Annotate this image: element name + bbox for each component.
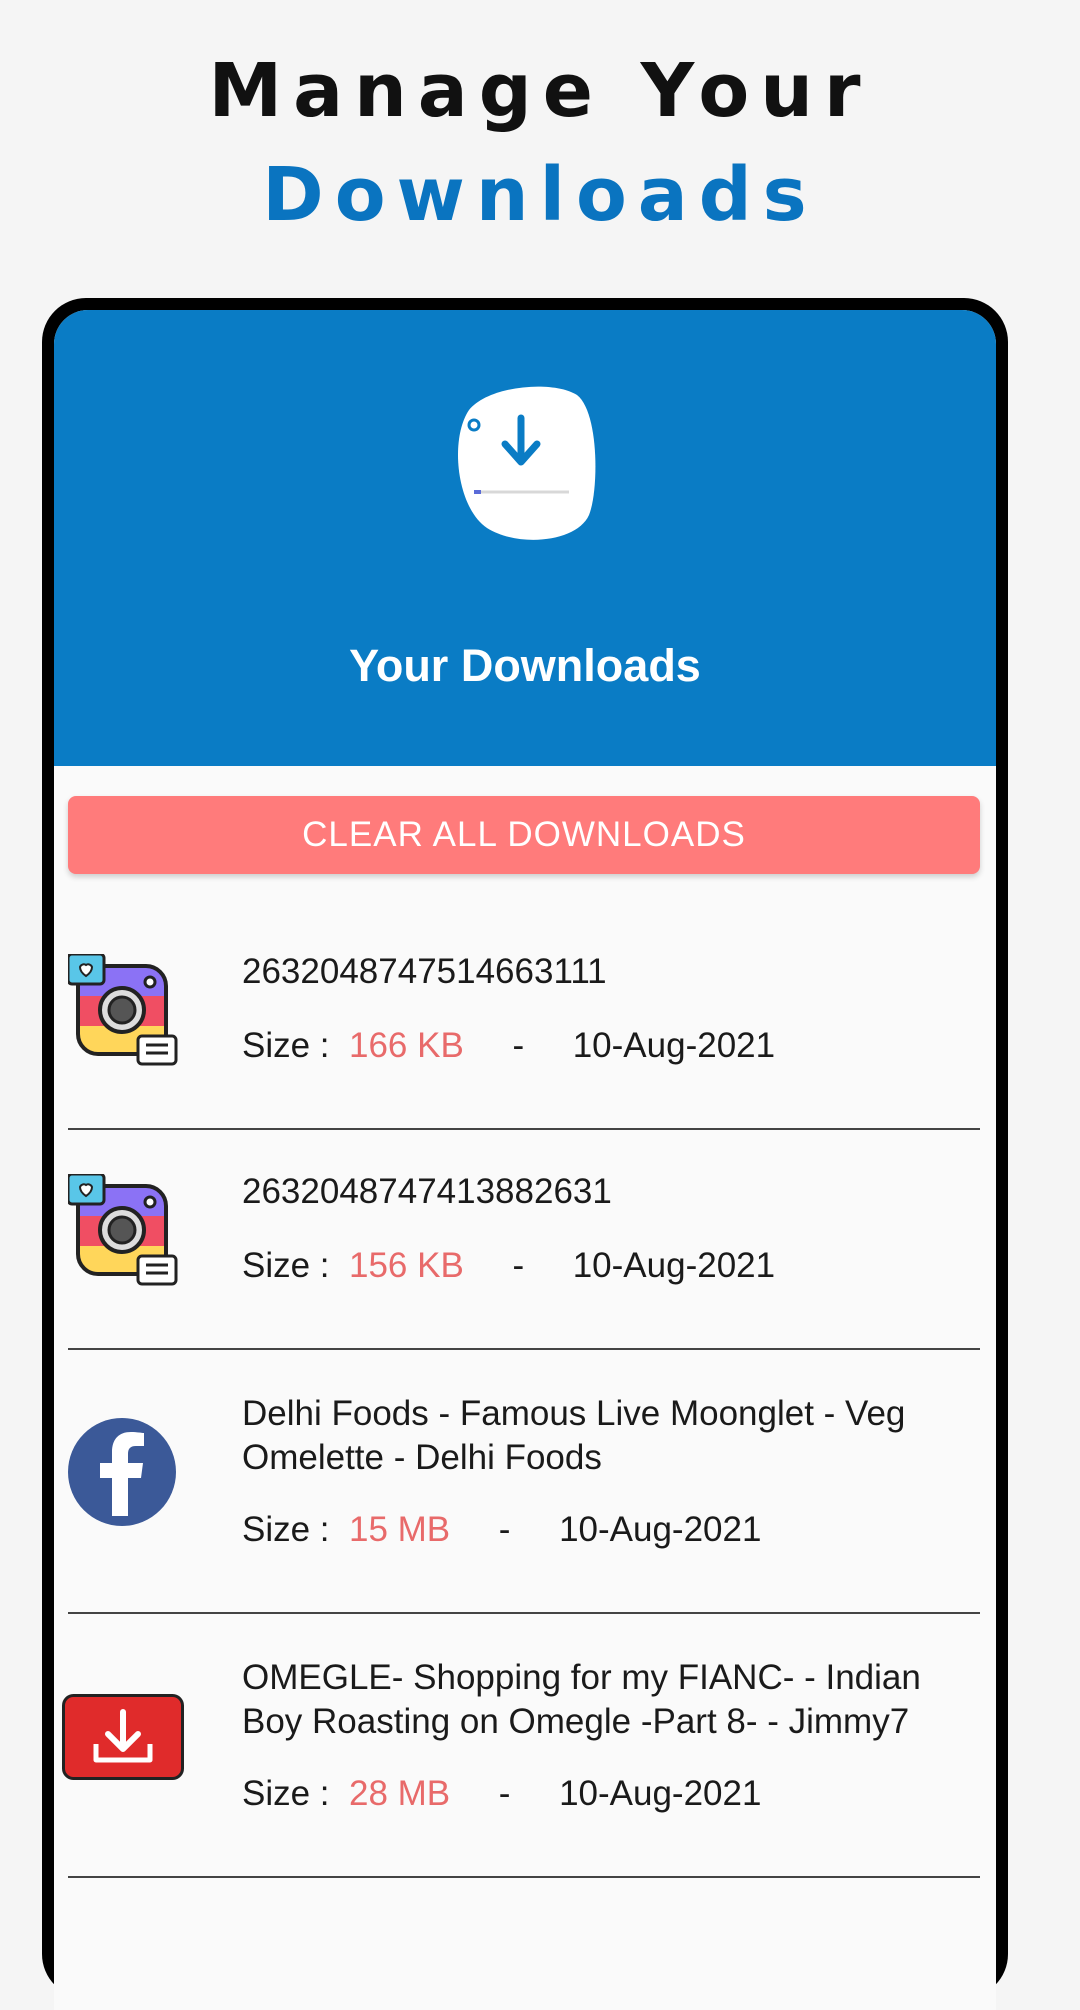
download-date: 10-Aug-2021 xyxy=(572,1026,776,1065)
size-label: Size : xyxy=(242,1026,330,1065)
download-meta: Size : 28 MB - 10-Aug-2021 xyxy=(242,1774,761,1814)
download-title: OMEGLE- Shopping for my FIANC- - Indian … xyxy=(242,1658,921,1741)
download-size: 28 MB xyxy=(349,1774,451,1813)
download-item[interactable]: Delhi Foods - Famous Live Moonglet - Veg… xyxy=(54,1350,996,1612)
download-date: 10-Aug-2021 xyxy=(559,1510,762,1549)
video-downloader-icon xyxy=(62,1694,184,1780)
promo-title-line2: Downloads xyxy=(262,152,818,238)
download-title: Delhi Foods - Famous Live Moonglet - Veg… xyxy=(242,1394,906,1477)
divider xyxy=(68,1876,980,1878)
header-title: Your Downloads xyxy=(349,640,701,691)
download-size: 15 MB xyxy=(349,1510,451,1549)
download-size: 156 KB xyxy=(349,1246,464,1285)
download-item[interactable]: 2632048747413882631 Size : 156 KB - 10-A… xyxy=(54,1130,996,1348)
app-screen: Your Downloads CLEAR ALL DOWNLOADS 26320… xyxy=(54,310,996,2010)
download-meta: Size : 166 KB - 10-Aug-2021 xyxy=(242,1026,775,1066)
download-title: 2632048747413882631 xyxy=(242,1172,612,1211)
size-label: Size : xyxy=(242,1774,330,1813)
download-meta: Size : 156 KB - 10-Aug-2021 xyxy=(242,1246,775,1286)
separator: - xyxy=(512,1246,525,1285)
size-label: Size : xyxy=(242,1510,330,1549)
instagram-icon xyxy=(68,1174,178,1286)
instagram-icon xyxy=(68,954,178,1066)
promo-title-line1: Manage Your xyxy=(208,48,872,134)
phone-frame: Your Downloads CLEAR ALL DOWNLOADS 26320… xyxy=(42,298,1008,2010)
facebook-icon xyxy=(68,1418,176,1526)
app-header: Your Downloads xyxy=(54,310,996,766)
download-blob-icon xyxy=(457,386,596,540)
size-label: Size : xyxy=(242,1246,330,1285)
download-title: 2632048747514663111 xyxy=(242,952,607,991)
download-meta: Size : 15 MB - 10-Aug-2021 xyxy=(242,1510,761,1550)
separator: - xyxy=(498,1774,511,1813)
download-item[interactable]: OMEGLE- Shopping for my FIANC- - Indian … xyxy=(54,1614,996,1876)
download-date: 10-Aug-2021 xyxy=(559,1774,762,1813)
separator: - xyxy=(498,1510,511,1549)
download-size: 166 KB xyxy=(349,1026,464,1065)
clear-all-downloads-button[interactable]: CLEAR ALL DOWNLOADS xyxy=(68,796,980,874)
download-date: 10-Aug-2021 xyxy=(572,1246,776,1285)
separator: - xyxy=(512,1026,525,1065)
download-item[interactable]: 2632048747514663111 Size : 166 KB - 10-A… xyxy=(54,910,996,1128)
